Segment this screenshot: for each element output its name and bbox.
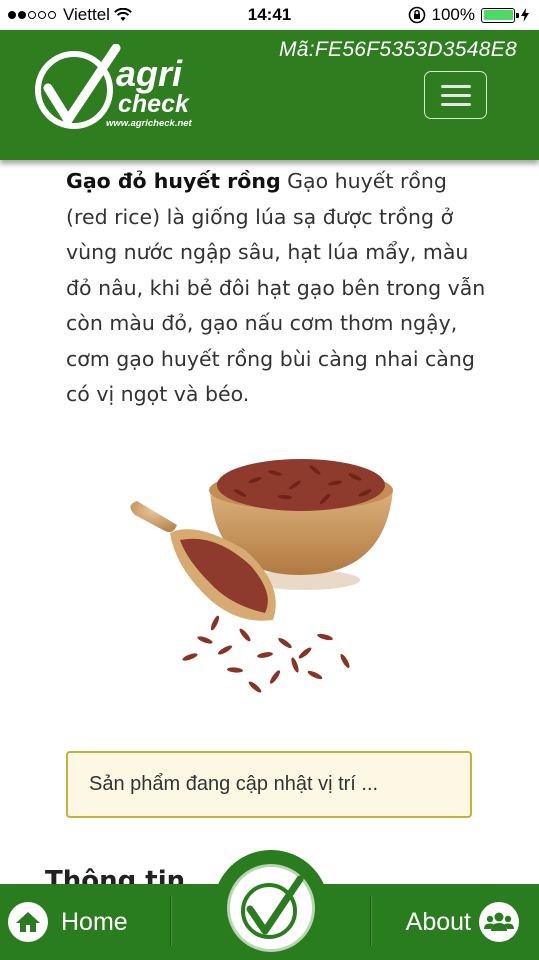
battery-percent: 100% (431, 5, 475, 24)
nav-center-logo-button[interactable] (227, 864, 315, 952)
logo-text-check: check (118, 90, 190, 118)
hamburger-icon (440, 84, 471, 88)
logo-url: www.agricheck.net (106, 118, 193, 129)
nav-about-button[interactable]: About (406, 902, 519, 942)
menu-toggle-button[interactable] (424, 71, 487, 119)
check-logo-icon (241, 875, 304, 939)
charging-icon (521, 8, 529, 22)
group-icon (479, 902, 519, 942)
nav-home-label: Home (61, 907, 128, 936)
product-name: Gạo đỏ huyết rồng (66, 169, 281, 193)
nav-home-button[interactable]: Home (8, 902, 128, 942)
product-description-text: Gạo huyết rồng (red rice) là giống lúa s… (66, 169, 486, 406)
status-bar: Viettel 14:41 100% (0, 0, 539, 30)
product-image (130, 459, 393, 693)
logo-text-agri: agri (116, 53, 183, 94)
nav-divider-right (370, 896, 371, 946)
product-code: Mã:FE56F5353D3548E8 (278, 38, 517, 61)
rotation-lock-icon (408, 6, 425, 24)
product-description: Gạo đỏ huyết rồng Gạo huyết rồng (red ri… (66, 164, 486, 413)
location-update-notice: Sản phẩm đang cập nhật vị trí ... (66, 751, 472, 818)
battery-icon (481, 7, 519, 23)
app-header: agri check www.agricheck.net Mã:FE56F535… (0, 30, 539, 160)
agricheck-logo[interactable]: agri check www.agricheck.net (34, 44, 224, 144)
nav-about-label: About (405, 907, 471, 936)
home-icon (8, 902, 48, 942)
status-right: 100% (408, 5, 529, 25)
nav-divider-left (170, 896, 171, 946)
